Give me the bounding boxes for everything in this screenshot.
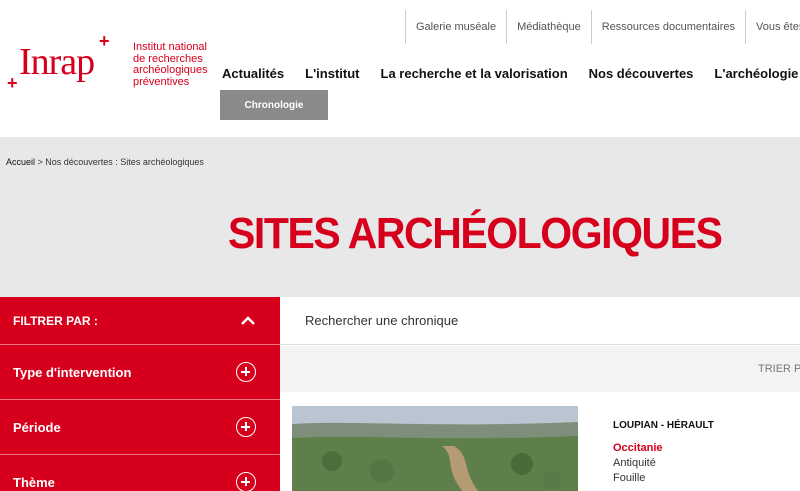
plus-circle-icon[interactable] bbox=[236, 417, 256, 437]
page-banner: Accueil > Nos découvertes : Sites archéo… bbox=[0, 137, 800, 297]
result-region: Occitanie bbox=[613, 442, 663, 454]
plus-circle-icon[interactable] bbox=[236, 362, 256, 382]
inrap-logo[interactable]: + + Inrap Institut national de recherche… bbox=[5, 32, 215, 96]
filter-type-intervention[interactable]: Type d'intervention bbox=[0, 345, 280, 400]
plus-circle-icon[interactable] bbox=[236, 472, 256, 491]
main-nav: Actualités L'institut La recherche et la… bbox=[222, 66, 800, 81]
filter-header-label: FILTRER PAR : bbox=[13, 313, 98, 328]
breadcrumb-rest: > Nos découvertes : Sites archéologiques bbox=[35, 157, 204, 167]
sort-bar: TRIER PA bbox=[280, 346, 800, 392]
toplink-ressources[interactable]: Ressources documentaires bbox=[590, 10, 745, 44]
breadcrumb: Accueil > Nos découvertes : Sites archéo… bbox=[6, 157, 204, 167]
filter-header[interactable]: FILTRER PAR : bbox=[0, 297, 280, 345]
logo-wordmark: Inrap bbox=[19, 41, 95, 83]
result-location[interactable]: LOUPIAN - HÉRAULT bbox=[613, 420, 714, 431]
search-placeholder: Rechercher une chronique bbox=[305, 313, 459, 328]
plus-mark-icon: + bbox=[7, 73, 18, 93]
tagline-line: archéologiques bbox=[133, 64, 208, 76]
toplink-vous-etes[interactable]: Vous êtes bbox=[745, 10, 800, 44]
nav-item-decouvertes[interactable]: Nos découvertes bbox=[589, 66, 694, 81]
chevron-up-icon[interactable] bbox=[240, 313, 256, 329]
nav-item-institut[interactable]: L'institut bbox=[305, 66, 359, 81]
top-links: Galerie muséale Médiathèque Ressources d… bbox=[405, 10, 800, 44]
plus-mark-icon: + bbox=[99, 31, 110, 51]
result-period: Antiquité bbox=[613, 457, 656, 469]
filter-label: Thème bbox=[13, 474, 55, 490]
logo-tagline: Institut national de recherches archéolo… bbox=[133, 41, 223, 88]
breadcrumb-home[interactable]: Accueil bbox=[6, 157, 35, 167]
chronologie-button[interactable]: Chronologie bbox=[220, 90, 328, 120]
filter-theme[interactable]: Thème bbox=[0, 455, 280, 491]
page-title: SITES ARCHÉOLOGIQUES bbox=[228, 209, 723, 258]
result-thumbnail[interactable] bbox=[292, 406, 578, 491]
filter-label: Type d'intervention bbox=[13, 364, 132, 380]
toplink-galerie[interactable]: Galerie muséale bbox=[405, 10, 506, 44]
filter-sidebar: FILTRER PAR : Type d'intervention Périod… bbox=[0, 297, 280, 491]
tagline-line: Institut national bbox=[133, 41, 207, 53]
tagline-line: préventives bbox=[133, 75, 190, 88]
result-info: LOUPIAN - HÉRAULT Occitanie Antiquité Fo… bbox=[613, 420, 714, 486]
nav-item-archeologie[interactable]: L'archéologie bbox=[714, 66, 798, 81]
sort-button[interactable]: TRIER PA bbox=[758, 363, 800, 375]
nav-item-actualites[interactable]: Actualités bbox=[222, 66, 284, 81]
search-input[interactable]: Rechercher une chronique bbox=[280, 297, 800, 345]
filter-periode[interactable]: Période bbox=[0, 400, 280, 455]
filter-label: Période bbox=[13, 419, 61, 435]
result-type: Fouille bbox=[613, 472, 646, 484]
nav-item-recherche[interactable]: La recherche et la valorisation bbox=[381, 66, 568, 81]
site-header: + + Inrap Institut national de recherche… bbox=[0, 0, 800, 137]
toplink-mediatheque[interactable]: Médiathèque bbox=[506, 10, 591, 44]
